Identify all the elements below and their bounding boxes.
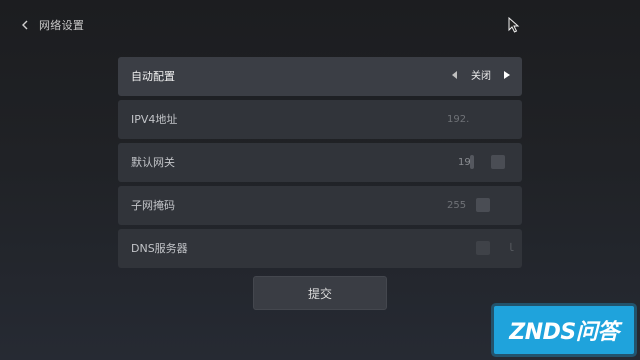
default-gateway-value[interactable]: 19 — [458, 143, 471, 182]
subnet-mask-value[interactable]: 255 — [447, 186, 466, 225]
subnet-mask-label: 子网掩码 — [131, 199, 175, 212]
input-box-icon — [476, 198, 490, 212]
arrow-left-icon[interactable] — [452, 71, 457, 79]
arrow-right-icon[interactable] — [504, 71, 510, 79]
page-title: 网络设置 — [39, 19, 85, 32]
auto-config-row[interactable]: 自动配置 关闭 — [118, 57, 522, 96]
network-settings-panel: 自动配置 关闭 IPV4地址 192. 默认网关 19 子网掩码 255 DNS… — [118, 57, 522, 272]
dns-server-row[interactable]: DNS服务器 ｌ — [118, 229, 522, 268]
subnet-mask-row[interactable]: 子网掩码 255 — [118, 186, 522, 225]
ipv4-address-value[interactable]: 192. — [447, 100, 469, 139]
auto-config-value: 关闭 — [471, 71, 491, 82]
text-cursor-icon — [470, 155, 474, 169]
watermark-logo: ZNDS问答 — [494, 306, 634, 354]
default-gateway-label: 默认网关 — [131, 156, 175, 169]
mouse-cursor-icon — [508, 16, 520, 33]
input-box-icon — [476, 241, 490, 255]
ipv4-address-label: IPV4地址 — [131, 113, 178, 126]
default-gateway-row[interactable]: 默认网关 19 — [118, 143, 522, 182]
dns-server-label: DNS服务器 — [131, 242, 188, 255]
auto-config-label: 自动配置 — [131, 70, 175, 83]
dns-server-mark: ｌ — [506, 243, 516, 254]
chevron-left-icon[interactable] — [18, 18, 32, 32]
ipv4-address-row[interactable]: IPV4地址 192. — [118, 100, 522, 139]
input-box-icon — [491, 155, 505, 169]
header: 网络设置 — [18, 14, 84, 36]
submit-button[interactable]: 提交 — [253, 276, 387, 310]
